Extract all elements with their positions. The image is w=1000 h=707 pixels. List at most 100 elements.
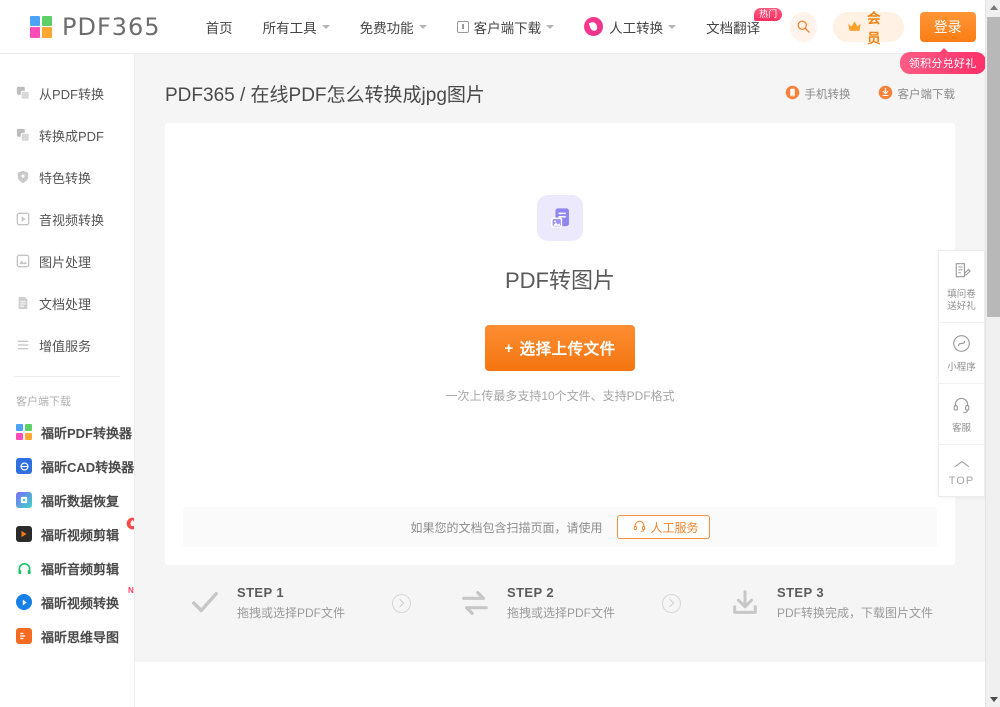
step-desc: 拖拽或选择PDF文件 <box>507 606 616 620</box>
vip-label: 会员 <box>867 10 881 46</box>
sidebar-app-data-recovery[interactable]: 福昕数据恢复 <box>0 483 134 517</box>
widget-back-to-top-button[interactable]: TOP <box>939 445 984 496</box>
swap-icon <box>457 585 493 621</box>
main-content: PDF365 / 在线PDF怎么转换成jpg图片 手机转换 客户端下载 PDF转… <box>135 54 985 707</box>
step-desc: PDF转换完成，下载图片文件 <box>777 606 934 620</box>
sidebar-app-mindmap[interactable]: 福昕思维导图 <box>0 619 134 653</box>
widget-miniprogram-button[interactable]: 小程序 <box>939 323 984 384</box>
chevron-up-icon <box>953 456 971 474</box>
audio-edit-icon <box>16 560 32 576</box>
download-icon <box>878 85 893 103</box>
nav-label: 文档翻译 <box>706 20 761 36</box>
steps-bar: STEP 1 拖拽或选择PDF文件 STEP 2 拖拽或选择PDF文件 STEP… <box>165 585 955 621</box>
phone-icon <box>785 85 800 103</box>
header-actions: 会员 登录 领积分兑好礼 <box>790 11 986 74</box>
step-title: STEP 2 <box>507 585 554 600</box>
sidebar-app-cad-converter[interactable]: 福昕CAD转换器 <box>0 449 134 483</box>
sidebar-app-label: 福昕视频剪辑 <box>41 527 120 543</box>
login-button[interactable]: 登录 <box>919 11 976 42</box>
chevron-down-icon <box>546 24 555 29</box>
main-nav: 首页 所有工具 免费功能 客户端下载 人工转换 文档翻译 热门 <box>206 7 791 37</box>
widget-label: 小程序 <box>947 362 976 373</box>
sidebar-app-label: 福昕思维导图 <box>41 629 120 645</box>
download-tray-icon <box>727 585 763 621</box>
plus-icon: + <box>504 339 514 357</box>
pdf-to-image-icon <box>537 195 583 241</box>
sidebar-app-label: 福昕数据恢复 <box>41 493 120 509</box>
mobile-convert-button[interactable]: 手机转换 <box>780 85 851 103</box>
sidebar-item-label: 转换成PDF <box>39 128 105 144</box>
page-root: PDF365 首页 所有工具 免费功能 客户端下载 人工转换 文档翻译 热门 会… <box>0 0 1000 707</box>
chevron-down-icon <box>418 24 427 29</box>
scan-notice-bar: 如果您的文档包含扫描页面，请使用 人工服务 <box>183 507 937 547</box>
sidebar-downloads-heading: 客户端下载 <box>16 396 71 408</box>
select-upload-file-button[interactable]: + 选择上传文件 <box>485 325 635 371</box>
mindmap-icon <box>16 628 32 644</box>
page-scrollbar[interactable] <box>985 0 1000 707</box>
sidebar-item-convert-from-pdf[interactable]: 从PDF转换 <box>0 72 134 114</box>
sidebar-item-value-added-services[interactable]: 增值服务 <box>0 324 134 366</box>
sidebar-item-special-convert[interactable]: 特色转换 <box>0 156 134 198</box>
nav-item-manual-conversion[interactable]: 人工转换 <box>584 17 677 37</box>
step-1: STEP 1 拖拽或选择PDF文件 <box>187 585 345 621</box>
manual-service-button[interactable]: 人工服务 <box>616 515 710 539</box>
floating-side-widget: 填问卷 送好礼 小程序 客服 TOP <box>938 250 985 497</box>
hot-badge: 热门 <box>754 7 783 21</box>
search-button[interactable] <box>790 11 818 42</box>
step-title: STEP 3 <box>777 585 824 600</box>
login-label: 登录 <box>933 18 962 35</box>
crown-icon <box>847 20 862 33</box>
widget-label: 客服 <box>951 423 971 434</box>
client-download-button[interactable]: 客户端下载 <box>873 85 955 103</box>
logo-grid-icon <box>30 15 52 38</box>
check-icon <box>187 585 223 621</box>
step-title: STEP 1 <box>237 585 284 600</box>
widget-label: TOP <box>948 475 975 487</box>
scroll-down-arrow[interactable] <box>986 692 1000 707</box>
sidebar-app-label: 福昕音频剪辑 <box>41 561 120 577</box>
sidebar-item-image-processing[interactable]: 图片处理 <box>0 240 134 282</box>
video-edit-icon <box>16 526 32 542</box>
nav-item-client-download[interactable]: 客户端下载 <box>456 17 555 37</box>
sidebar-item-media-convert[interactable]: 音视频转换 <box>0 198 134 240</box>
nav-item-all-tools[interactable]: 所有工具 <box>263 17 330 37</box>
sidebar-item-label: 文档处理 <box>39 296 92 312</box>
list-icon <box>16 338 30 352</box>
headset-icon <box>633 519 646 535</box>
sidebar-app-audio-edit[interactable]: 福昕音频剪辑 <box>0 551 134 585</box>
image-icon <box>16 254 30 268</box>
scan-notice-text: 如果您的文档包含扫描页面，请使用 <box>410 520 603 535</box>
breadcrumb-row: PDF365 / 在线PDF怎么转换成jpg图片 手机转换 客户端下载 <box>165 80 955 107</box>
widget-survey-button[interactable]: 填问卷 送好礼 <box>939 251 984 323</box>
widget-customer-service-button[interactable]: 客服 <box>939 384 984 445</box>
vip-button[interactable]: 会员 <box>833 11 904 46</box>
nav-label: 首页 <box>205 20 233 36</box>
login-tooltip: 领积分兑好礼 <box>899 47 986 74</box>
scroll-up-arrow[interactable] <box>986 0 1000 15</box>
sidebar-app-pdf-converter[interactable]: 福昕PDF转换器 <box>0 415 134 449</box>
chevron-down-icon <box>321 24 330 29</box>
search-icon <box>797 20 810 33</box>
step-3: STEP 3 PDF转换完成，下载图片文件 <box>727 585 933 621</box>
logo-text: PDF365 <box>62 12 161 41</box>
chevron-right-circle-icon <box>391 593 411 613</box>
download-box-icon <box>456 20 469 33</box>
nav-item-free-features[interactable]: 免费功能 <box>360 17 427 37</box>
convert-to-pdf-icon <box>16 128 30 142</box>
flame-badge-icon <box>126 517 134 535</box>
sidebar-app-video-convert[interactable]: 福昕视频转换 NEW <box>0 585 134 619</box>
pdf365-grid-icon <box>16 424 32 440</box>
sidebar-item-convert-to-pdf[interactable]: 转换成PDF <box>0 114 134 156</box>
nav-item-document-translation[interactable]: 文档翻译 热门 <box>706 7 783 37</box>
sidebar: 从PDF转换 转换成PDF 特色转换 音视频转换 图片处理 文档处理 增值服务 … <box>0 54 135 707</box>
sidebar-item-label: 图片处理 <box>39 254 92 270</box>
sidebar-app-video-edit[interactable]: 福昕视频剪辑 <box>0 517 134 551</box>
sidebar-item-document-processing[interactable]: 文档处理 <box>0 282 134 324</box>
scrollbar-thumb[interactable] <box>987 17 1000 317</box>
data-recovery-icon <box>16 492 32 508</box>
upload-card[interactable]: PDF转图片 + 选择上传文件 一次上传最多支持10个文件、支持PDF格式 如果… <box>165 123 955 565</box>
sidebar-item-label: 从PDF转换 <box>39 86 105 102</box>
logo[interactable]: PDF365 <box>30 13 161 41</box>
step-2: STEP 2 拖拽或选择PDF文件 <box>457 585 615 621</box>
nav-item-home[interactable]: 首页 <box>206 17 233 37</box>
